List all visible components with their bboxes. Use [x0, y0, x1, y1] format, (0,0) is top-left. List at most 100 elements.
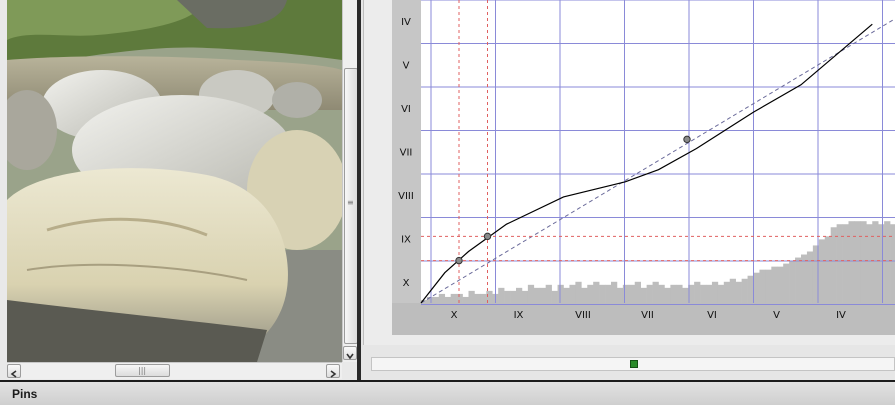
- slider-handle[interactable]: [630, 360, 638, 368]
- histogram-bar: [640, 287, 647, 303]
- histogram-bar: [462, 296, 469, 303]
- histogram-bar: [432, 296, 440, 303]
- histogram-bar: [735, 281, 742, 303]
- histogram-bar: [575, 281, 582, 303]
- histogram-bar: [581, 287, 588, 303]
- histogram-bar: [539, 287, 546, 303]
- histogram-bar: [480, 293, 487, 303]
- histogram-bar: [723, 281, 731, 303]
- y-zone-label: X: [403, 278, 410, 289]
- histogram-bar: [765, 269, 772, 303]
- curve-pin[interactable]: [455, 256, 463, 265]
- histogram-bar: [682, 287, 689, 303]
- histogram-bar: [634, 281, 641, 303]
- histogram-bar: [848, 221, 855, 303]
- histogram-bar: [498, 287, 505, 303]
- x-zone-label: VIII: [575, 310, 591, 321]
- image-preview-pane: ≡ |||: [0, 0, 358, 380]
- histogram-bar: [783, 263, 790, 303]
- histogram-bar: [605, 284, 612, 303]
- histogram-bar: [658, 284, 665, 303]
- histogram-bar: [527, 284, 535, 303]
- histogram-bar: [611, 281, 618, 303]
- histogram-bar: [652, 281, 659, 303]
- x-zone-label: VI: [707, 310, 717, 321]
- histogram-bar: [854, 221, 861, 303]
- histogram-bar: [753, 272, 760, 303]
- x-zone-label: VII: [641, 310, 654, 321]
- histogram-bar: [824, 236, 831, 303]
- y-zone-label: VI: [401, 104, 411, 115]
- histogram-bar: [806, 251, 814, 303]
- histogram-bar: [569, 284, 576, 303]
- scroll-left-button[interactable]: [7, 364, 21, 378]
- y-zone-label: VII: [400, 148, 413, 159]
- y-zone-label: V: [403, 61, 410, 72]
- curve-pin[interactable]: [683, 135, 691, 144]
- vertical-scroll-thumb[interactable]: ≡: [344, 68, 358, 344]
- horizontal-scroll-thumb[interactable]: |||: [115, 364, 170, 377]
- curve-editor-frame: IV V VI VII VIII IX X X IX VIII VII VI V IV: [363, 0, 895, 345]
- chevron-left-icon: [10, 370, 17, 378]
- histogram-bar: [818, 239, 826, 303]
- histogram-bar: [587, 284, 594, 303]
- x-zone-label: X: [451, 310, 458, 321]
- histogram-bar: [729, 278, 736, 303]
- histogram-bar: [444, 296, 451, 303]
- histogram-bar: [789, 260, 796, 303]
- histogram-bar: [694, 281, 701, 303]
- histogram-bar: [860, 221, 867, 303]
- tone-curve-chart[interactable]: IV V VI VII VIII IX X X IX VIII VII VI V IV: [364, 0, 895, 345]
- histogram-bar: [510, 290, 517, 303]
- histogram-bar: [872, 221, 879, 303]
- histogram-bar: [563, 287, 570, 303]
- x-zone-label: IV: [836, 310, 846, 321]
- histogram-bar: [741, 278, 748, 303]
- histogram-bar: [676, 284, 683, 303]
- curve-pin[interactable]: [483, 232, 492, 241]
- histogram-bar: [516, 287, 523, 303]
- histogram-bar: [700, 284, 707, 303]
- curve-slider[interactable]: [371, 357, 895, 371]
- histogram-bar: [593, 281, 600, 303]
- histogram-bar: [468, 290, 475, 303]
- histogram-bar: [747, 275, 754, 303]
- x-zone-label: IX: [514, 310, 524, 321]
- histogram-bar: [771, 266, 778, 303]
- histogram-bar: [711, 281, 719, 303]
- histogram-bar: [884, 221, 891, 303]
- horizontal-scrollbar[interactable]: |||: [7, 362, 342, 379]
- chevron-down-icon: [346, 353, 354, 360]
- histogram-bar: [646, 284, 653, 303]
- x-zone-label: V: [773, 310, 780, 321]
- vertical-scrollbar[interactable]: ≡: [342, 0, 358, 362]
- histogram-bar: [533, 287, 541, 303]
- histogram-bar: [706, 284, 713, 303]
- histogram-bar: [616, 287, 624, 303]
- histogram-bar: [777, 266, 784, 303]
- scroll-right-button[interactable]: [326, 364, 340, 378]
- histogram-bar: [551, 290, 558, 303]
- histogram-bar: [504, 290, 511, 303]
- chevron-right-icon: [330, 370, 337, 378]
- histogram-bar: [521, 290, 529, 303]
- histogram-bar: [599, 284, 606, 303]
- pins-panel-header[interactable]: Pins: [0, 380, 895, 405]
- y-zone-label: IX: [401, 235, 411, 246]
- histogram-bar: [664, 287, 671, 303]
- scroll-down-button[interactable]: [343, 346, 357, 360]
- rock-photo: [7, 0, 342, 362]
- histogram-bar: [830, 227, 837, 303]
- histogram-bar: [622, 284, 630, 303]
- histogram-bar: [474, 293, 481, 303]
- curve-editor-pane: IV V VI VII VIII IX X X IX VIII VII VI V IV: [361, 0, 895, 380]
- histogram-bar: [456, 293, 463, 303]
- histogram-bar: [670, 284, 677, 303]
- histogram-bar: [801, 254, 808, 303]
- histogram-bar: [795, 257, 802, 303]
- histogram-bar: [450, 293, 457, 303]
- histogram-bar: [628, 284, 636, 303]
- histogram-bar: [557, 284, 564, 303]
- grip-icon: |||: [138, 366, 147, 375]
- histogram-bar: [759, 269, 766, 303]
